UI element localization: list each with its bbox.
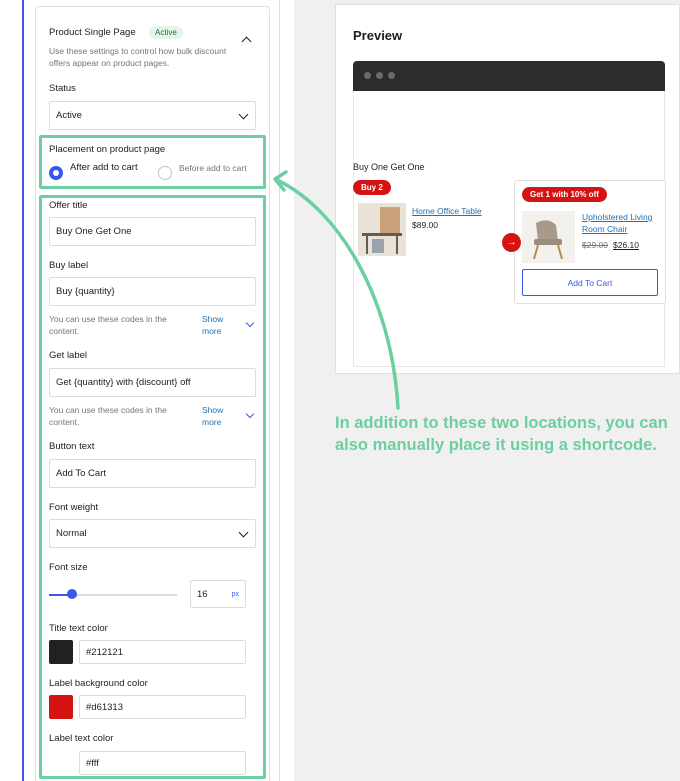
callout-arrow-icon [273,170,400,410]
